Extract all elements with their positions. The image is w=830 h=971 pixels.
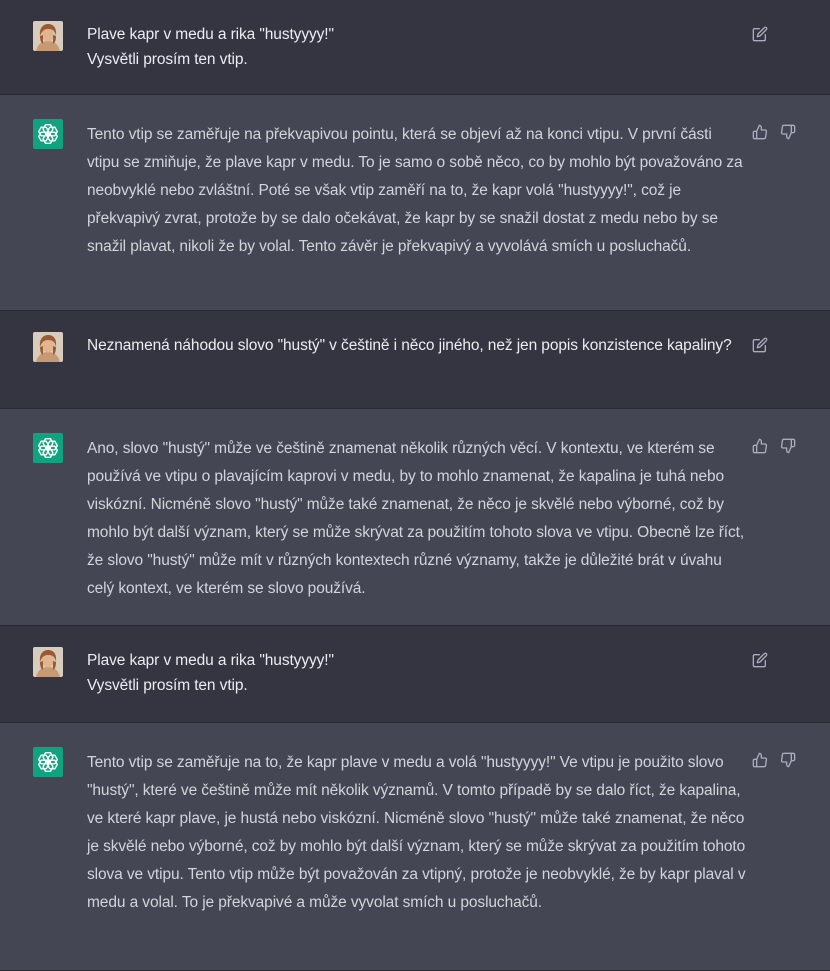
user-avatar (33, 647, 63, 677)
edit-icon[interactable] (750, 24, 770, 44)
message-text: Plave kapr v medu a rika "hustyyyy!" Vys… (87, 26, 334, 68)
thumbs-up-icon[interactable] (750, 750, 770, 770)
message-text: Neznamená náhodou slovo "hustý" v češtin… (87, 337, 732, 354)
assistant-message: Tento vtip se zaměřuje na překvapivou po… (0, 95, 830, 311)
assistant-message: Ano, slovo "hustý" může ve češtině zname… (0, 409, 830, 626)
chat-thread: Plave kapr v medu a rika "hustyyyy!" Vys… (0, 0, 830, 971)
user-avatar (33, 21, 63, 51)
thumbs-down-icon[interactable] (778, 750, 798, 770)
thumbs-down-icon[interactable] (778, 436, 798, 456)
openai-logo-icon (33, 119, 63, 149)
message-text: Tento vtip se zaměřuje na překvapivou po… (87, 126, 743, 255)
openai-logo-icon (33, 747, 63, 777)
message-text: Ano, slovo "hustý" může ve češtině zname… (87, 440, 745, 597)
message-text: Plave kapr v medu a rika "hustyyyy!" Vys… (87, 652, 334, 694)
thumbs-down-icon[interactable] (778, 122, 798, 142)
user-message: Plave kapr v medu a rika "hustyyyy!" Vys… (0, 626, 830, 723)
thumbs-up-icon[interactable] (750, 436, 770, 456)
user-avatar (33, 332, 63, 362)
edit-icon[interactable] (750, 335, 770, 355)
user-message: Plave kapr v medu a rika "hustyyyy!" Vys… (0, 0, 830, 95)
assistant-message: Tento vtip se zaměřuje na to, že kapr pl… (0, 723, 830, 971)
edit-icon[interactable] (750, 650, 770, 670)
message-text: Tento vtip se zaměřuje na to, že kapr pl… (87, 754, 746, 911)
user-message: Neznamená náhodou slovo "hustý" v češtin… (0, 311, 830, 409)
openai-logo-icon (33, 433, 63, 463)
thumbs-up-icon[interactable] (750, 122, 770, 142)
